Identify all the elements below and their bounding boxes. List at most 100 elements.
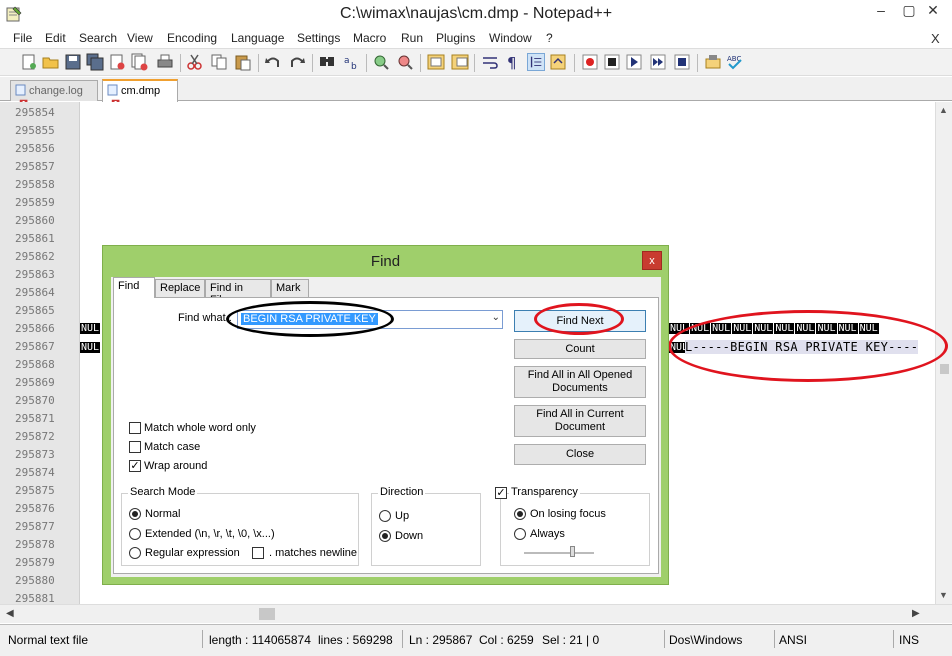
toolbar-separator: [180, 54, 181, 72]
menu-encoding[interactable]: Encoding: [167, 31, 217, 45]
match-whole-word-checkbox[interactable]: [129, 422, 141, 434]
search-mode-extended-radio[interactable]: [129, 528, 141, 540]
indent-guide-icon[interactable]: [527, 53, 545, 71]
menu-settings[interactable]: Settings: [297, 31, 340, 45]
print-icon[interactable]: [156, 53, 174, 71]
matches-newline-label[interactable]: . matches newline: [269, 547, 357, 559]
zoom-out-icon[interactable]: [396, 53, 414, 71]
menu-edit[interactable]: Edit: [45, 31, 66, 45]
transparency-slider-handle[interactable]: [570, 546, 575, 557]
sync-horizontal-icon[interactable]: [451, 53, 469, 71]
matches-newline-checkbox[interactable]: [252, 547, 264, 559]
menu-view[interactable]: View: [127, 31, 153, 45]
replace-icon[interactable]: ab: [342, 53, 360, 71]
horizontal-scrollbar[interactable]: ◀ ▶: [0, 604, 952, 623]
toolbar-separator: [366, 54, 367, 72]
wrap-around-label[interactable]: Wrap around: [144, 460, 207, 472]
direction-down-radio[interactable]: [379, 530, 391, 542]
search-mode-extended-label[interactable]: Extended (\n, \r, \t, \0, \x...): [145, 528, 275, 540]
search-mode-normal-label[interactable]: Normal: [145, 508, 180, 520]
menu-macro[interactable]: Macro: [353, 31, 386, 45]
scroll-thumb[interactable]: [259, 608, 275, 620]
match-whole-word-label[interactable]: Match whole word only: [144, 422, 256, 434]
menu-window[interactable]: Window: [489, 31, 532, 45]
save-icon[interactable]: [64, 53, 82, 71]
transparency-slider-track[interactable]: [524, 552, 594, 554]
search-mode-regex-label[interactable]: Regular expression: [145, 547, 240, 559]
find-dialog: Find x Find Replace Find in Files Mark F…: [102, 245, 669, 585]
status-file-type: Normal text file: [8, 633, 89, 647]
line-number: 295866: [15, 322, 55, 335]
close-all-icon[interactable]: [130, 53, 148, 71]
scroll-thumb[interactable]: [940, 364, 949, 374]
menu-help[interactable]: ?: [546, 31, 553, 45]
tab-find-in-files[interactable]: Find in Files: [205, 279, 271, 306]
menu-search[interactable]: Search: [79, 31, 117, 45]
scroll-down-icon[interactable]: ▼: [939, 590, 948, 600]
find-all-opened-button[interactable]: Find All in All Opened Documents: [514, 366, 646, 398]
save-macro-icon[interactable]: [673, 53, 691, 71]
transparency-on-losing-focus-radio[interactable]: [514, 508, 526, 520]
tab-replace[interactable]: Replace: [155, 279, 205, 297]
menu-plugins[interactable]: Plugins: [436, 31, 475, 45]
run-macro-multiple-icon[interactable]: [649, 53, 667, 71]
transparency-on-losing-focus-label[interactable]: On losing focus: [530, 508, 606, 520]
menu-run[interactable]: Run: [401, 31, 423, 45]
close-file-icon[interactable]: [108, 53, 126, 71]
direction-up-label[interactable]: Up: [395, 510, 409, 522]
transparency-always-radio[interactable]: [514, 528, 526, 540]
search-mode-normal-radio[interactable]: [129, 508, 141, 520]
close-window-button[interactable]: ✕: [918, 0, 948, 22]
scroll-left-icon[interactable]: ◀: [6, 608, 14, 619]
record-macro-icon[interactable]: [581, 53, 599, 71]
open-file-icon[interactable]: [42, 53, 60, 71]
line-number: 295865: [15, 304, 55, 317]
menu-file[interactable]: File: [13, 31, 32, 45]
redo-icon[interactable]: [288, 53, 306, 71]
zoom-in-icon[interactable]: [372, 53, 390, 71]
tab-cm-dmp[interactable]: cm.dmp⊠: [102, 79, 178, 110]
search-mode-title: Search Mode: [128, 486, 198, 498]
show-all-characters-icon[interactable]: ¶: [503, 53, 521, 71]
window-title: C:\wimax\naujas\cm.dmp - Notepad++: [339, 5, 613, 22]
tab-find[interactable]: Find: [113, 277, 155, 298]
match-case-label[interactable]: Match case: [144, 441, 200, 453]
word-wrap-icon[interactable]: [481, 53, 499, 71]
close-button[interactable]: Close: [514, 444, 646, 465]
tab-mark[interactable]: Mark: [271, 279, 309, 297]
document-map-icon[interactable]: [549, 53, 567, 71]
copy-icon[interactable]: [210, 53, 228, 71]
match-case-checkbox[interactable]: [129, 441, 141, 453]
new-file-icon[interactable]: [20, 53, 38, 71]
transparency-checkbox[interactable]: ✓: [495, 487, 507, 499]
minimize-button[interactable]: ‒: [866, 0, 896, 22]
line-number: 295867: [15, 340, 55, 353]
sync-vertical-icon[interactable]: [427, 53, 445, 71]
scroll-right-icon[interactable]: ▶: [912, 608, 920, 619]
stop-macro-icon[interactable]: [603, 53, 621, 71]
close-document-button[interactable]: X: [931, 31, 940, 46]
cut-icon[interactable]: [186, 53, 204, 71]
undo-icon[interactable]: [264, 53, 282, 71]
chevron-down-icon[interactable]: ⌄: [492, 312, 500, 323]
scroll-up-icon[interactable]: ▲: [939, 105, 948, 115]
play-macro-icon[interactable]: [625, 53, 643, 71]
spell-check-icon[interactable]: ABC: [726, 53, 744, 71]
tab-change-log[interactable]: change.log⊠: [10, 80, 98, 110]
menu-language[interactable]: Language: [231, 31, 284, 45]
save-all-icon[interactable]: [86, 53, 104, 71]
find-icon[interactable]: [318, 53, 336, 71]
transparency-always-label[interactable]: Always: [530, 528, 565, 540]
plugin-manager-icon[interactable]: [704, 53, 722, 71]
wrap-around-checkbox[interactable]: ✓: [129, 460, 141, 472]
search-mode-regex-radio[interactable]: [129, 547, 141, 559]
direction-up-radio[interactable]: [379, 510, 391, 522]
line-number: 295856: [15, 142, 55, 155]
transparency-title[interactable]: Transparency: [509, 486, 580, 498]
paste-icon[interactable]: [234, 53, 252, 71]
file-icon: [15, 84, 26, 96]
count-button[interactable]: Count: [514, 339, 646, 359]
dialog-close-button[interactable]: x: [642, 251, 662, 270]
find-all-current-button[interactable]: Find All in Current Document: [514, 405, 646, 437]
direction-down-label[interactable]: Down: [395, 530, 423, 542]
